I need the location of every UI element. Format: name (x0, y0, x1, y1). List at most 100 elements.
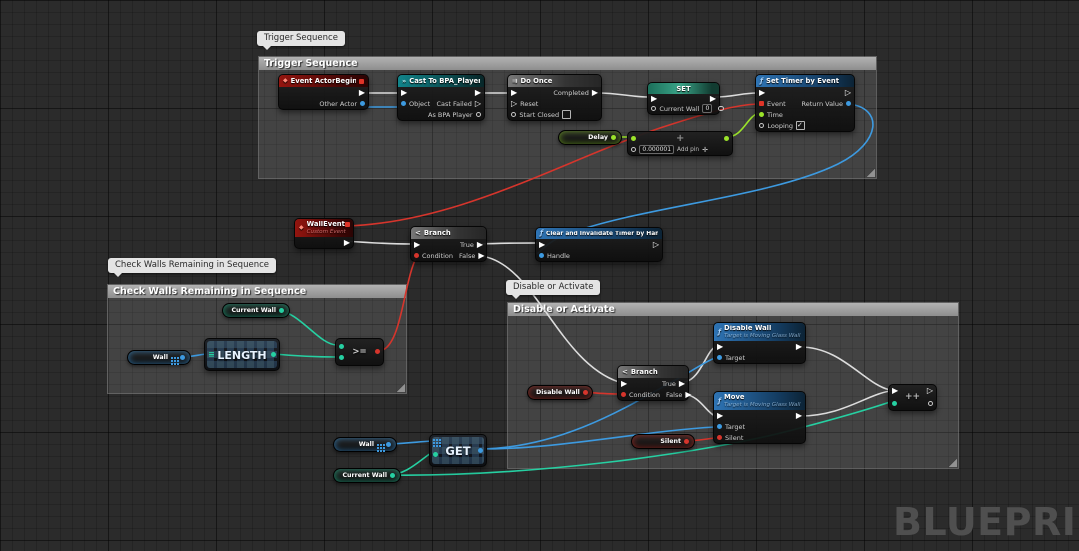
length-out-pin[interactable] (271, 352, 276, 357)
node-array-get[interactable]: GET (429, 434, 487, 467)
handle-pin[interactable] (539, 253, 544, 258)
exec-out-pin[interactable] (796, 412, 802, 420)
value-box[interactable]: 0 (702, 104, 712, 113)
pin-label: Completed (553, 89, 588, 97)
looping-pin[interactable] (759, 123, 764, 128)
exec-out-pin[interactable] (359, 89, 365, 97)
variable-get-wall-array[interactable]: Wall (333, 437, 397, 452)
false-exec-pin[interactable] (685, 391, 691, 399)
function-icon: ƒ (718, 329, 721, 336)
node-branch-1[interactable]: > Branch True ConditionFalse (410, 226, 487, 262)
exec-out-pin[interactable] (796, 343, 802, 351)
node-disable-wall-function[interactable]: ƒ Disable WallTarget is Moving Glass Wal… (713, 322, 806, 364)
node-wallevent[interactable]: ◆ WallEventCustom Event (294, 218, 354, 249)
delegate-pin[interactable] (359, 79, 364, 84)
comment-resize-handle[interactable] (948, 458, 957, 467)
current-wall-out-pin[interactable] (390, 473, 395, 478)
delay-out-pin[interactable] (611, 135, 616, 140)
do-once-icon: ⇉ (512, 78, 517, 85)
reset-exec-pin[interactable] (511, 100, 517, 108)
object-pin[interactable] (401, 101, 406, 106)
comment-title-check-walls[interactable]: Check Walls Remaining in Sequence (108, 285, 406, 298)
add-input-b-pin[interactable] (631, 147, 636, 152)
condition-pin[interactable] (621, 392, 626, 397)
node-event-actorbeginoverlap[interactable]: ◆ Event ActorBeginOverlap Other Actor (278, 74, 369, 110)
exec-in-pin[interactable] (401, 89, 407, 97)
variable-get-delay[interactable]: Delay (558, 130, 622, 145)
node-clear-invalidate-timer[interactable]: ƒ Clear and Invalidate Timer by Handle H… (535, 227, 663, 262)
exec-in-pin[interactable] (414, 241, 420, 249)
node-add-float[interactable]: + 0.000001 Add pin ✛ (627, 131, 733, 156)
other-actor-pin[interactable] (360, 101, 365, 106)
false-exec-pin[interactable] (478, 252, 484, 260)
comment-resize-handle[interactable] (396, 383, 405, 392)
exec-in-pin[interactable] (511, 89, 517, 97)
start-closed-checkbox[interactable] (562, 110, 571, 119)
looping-checkbox[interactable] (796, 121, 805, 130)
current-wall-in-pin[interactable] (651, 106, 656, 111)
node-set-current-wall[interactable]: SET Current Wall0 (647, 82, 720, 115)
array-in-pin[interactable] (433, 439, 435, 441)
completed-exec-pin[interactable] (592, 89, 598, 97)
node-subtitle: Target is Moving Glass Wall (724, 333, 800, 339)
int-in-pin[interactable] (892, 401, 897, 406)
wire-exec-wallevent-to-branch1[interactable] (346, 241, 412, 244)
exec-in-pin[interactable] (651, 95, 657, 103)
silent-out-pin[interactable] (684, 439, 689, 444)
wall-out-pin[interactable] (386, 442, 391, 447)
variable-get-current-wall[interactable]: Current Wall (333, 468, 401, 483)
node-increment-int[interactable]: ++ (888, 384, 937, 411)
exec-in-pin[interactable] (717, 343, 723, 351)
variable-get-disable-wall[interactable]: Disable Wall (527, 385, 593, 400)
disable-wall-out-pin[interactable] (583, 390, 588, 395)
silent-pin[interactable] (717, 435, 722, 440)
exec-in-pin[interactable] (717, 412, 723, 420)
exec-out-pin[interactable] (845, 89, 851, 97)
exec-out-pin[interactable] (344, 239, 350, 247)
node-greater-equal[interactable]: >= (335, 338, 384, 366)
node-do-once[interactable]: ⇉ Do Once Completed Reset Start Closed (507, 74, 602, 121)
wire-exec-branch1-true-to-cleartimer[interactable] (481, 243, 537, 244)
as-bpa-player-pin[interactable] (476, 112, 481, 117)
target-pin[interactable] (717, 424, 722, 429)
true-exec-pin[interactable] (679, 380, 685, 388)
element-out-pin[interactable] (478, 448, 483, 453)
true-exec-pin[interactable] (477, 241, 483, 249)
return-value-pin[interactable] (846, 101, 851, 106)
blueprint-canvas[interactable]: BLUEPRINT Trigger Sequence Check Walls R… (0, 0, 1079, 551)
comment-title-trigger-sequence[interactable]: Trigger Sequence (259, 57, 876, 70)
node-set-timer-by-event[interactable]: ƒ Set Timer by Event EventReturn Value T… (755, 74, 855, 132)
variable-get-current-wall[interactable]: Current Wall (222, 303, 290, 318)
node-array-length[interactable]: ≡ LENGTH (204, 338, 280, 371)
current-wall-out-pin[interactable] (718, 106, 723, 111)
exec-out-pin[interactable] (653, 241, 659, 249)
exec-out-pin[interactable] (710, 95, 716, 103)
exec-in-pin[interactable] (759, 89, 765, 97)
variable-get-silent[interactable]: Silent (631, 434, 695, 449)
exec-out-pin[interactable] (475, 89, 481, 97)
node-branch-2[interactable]: > Branch True ConditionFalse (617, 365, 689, 401)
wall-out-pin[interactable] (180, 355, 185, 360)
event-delegate-pin[interactable] (759, 101, 764, 106)
add-input-a-pin[interactable] (631, 136, 636, 141)
add-pin-icon[interactable]: ✛ (702, 146, 708, 154)
exec-in-pin[interactable] (621, 380, 627, 388)
variable-get-wall-array[interactable]: Wall (127, 350, 191, 365)
node-cast-to-bpa-player[interactable]: » Cast To BPA_Player ObjectCast Failed A… (397, 74, 485, 121)
node-title: SET (676, 85, 690, 93)
delegate-pin[interactable] (345, 222, 350, 227)
condition-pin[interactable] (414, 253, 419, 258)
comment-title-disable-or-activate[interactable]: Disable or Activate (508, 303, 958, 316)
value-box[interactable]: 0.000001 (639, 145, 674, 154)
comment-resize-handle[interactable] (866, 168, 875, 177)
add-output-pin[interactable] (724, 136, 729, 141)
gte-out-pin[interactable] (375, 349, 380, 354)
target-pin[interactable] (717, 355, 722, 360)
start-closed-pin[interactable] (511, 112, 516, 117)
node-move-function[interactable]: ƒ MoveTarget is Moving Glass Wall Target… (713, 391, 806, 444)
cast-failed-exec-pin[interactable] (475, 100, 481, 108)
current-wall-out-pin[interactable] (279, 308, 284, 313)
exec-in-pin[interactable] (539, 241, 545, 249)
int-out-pin[interactable] (928, 401, 933, 406)
time-pin[interactable] (759, 112, 764, 117)
